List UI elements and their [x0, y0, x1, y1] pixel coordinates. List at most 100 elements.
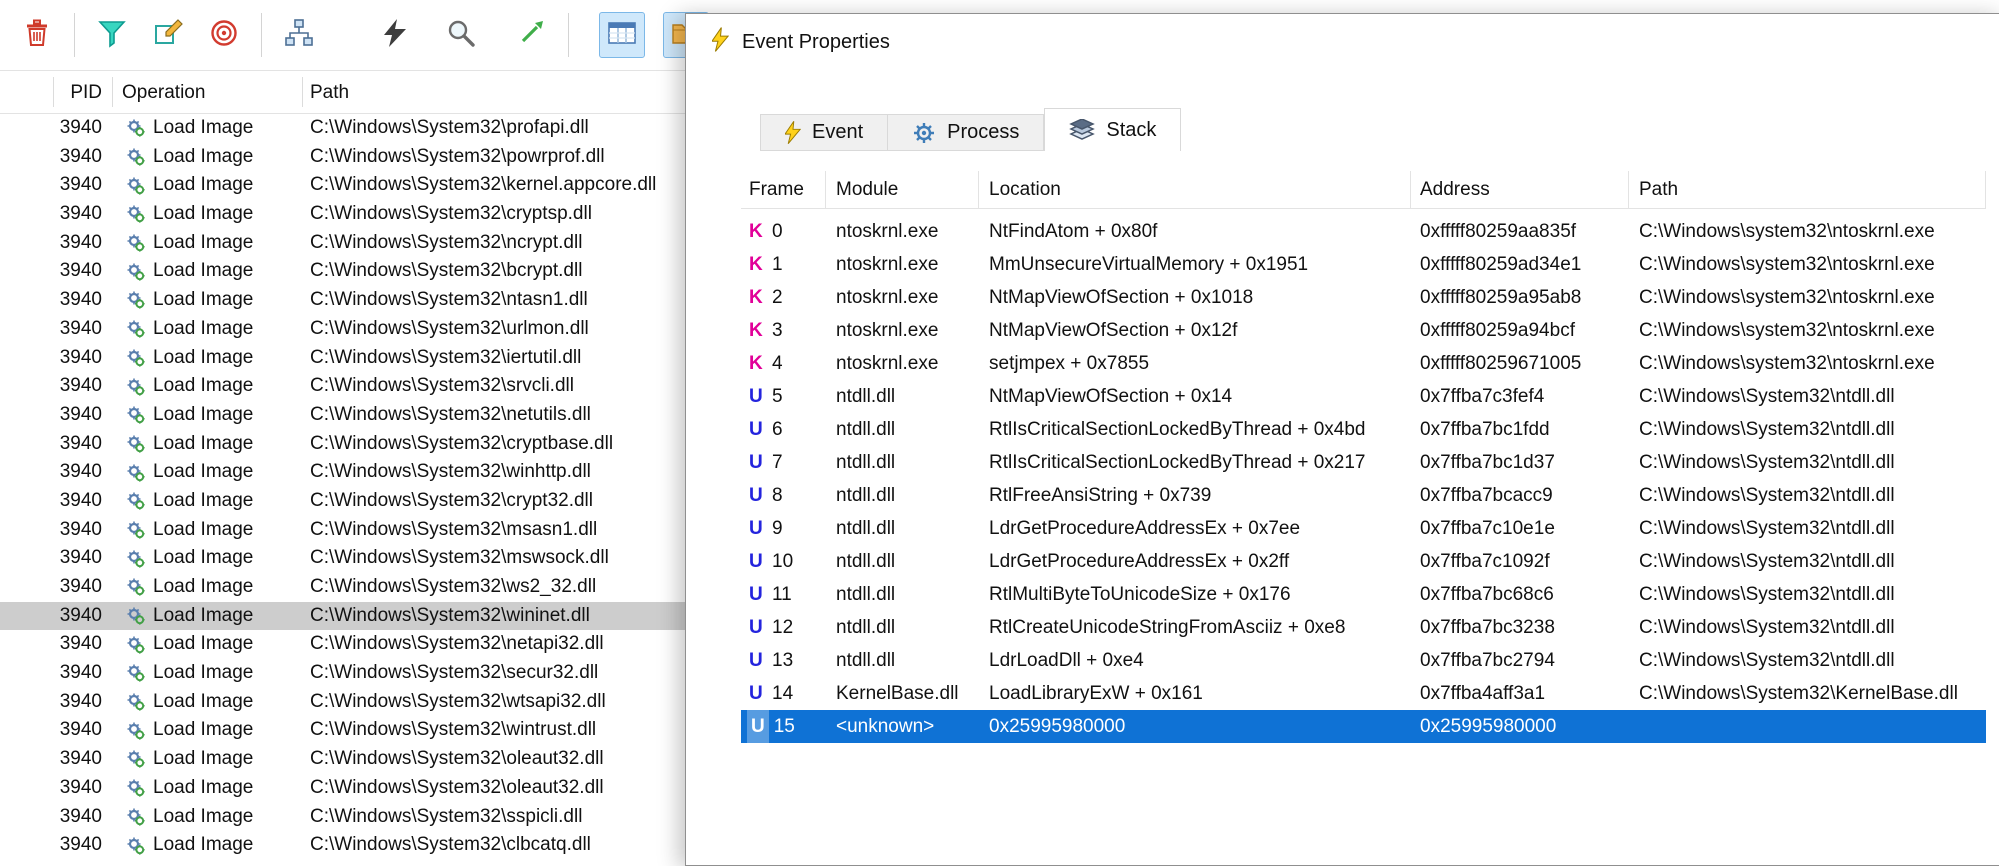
stack-frame-row[interactable]: K3ntoskrnl.exeNtMapViewOfSection + 0x12f…: [741, 314, 1986, 347]
stack-frame-row[interactable]: U14KernelBase.dllLoadLibraryExW + 0x1610…: [741, 677, 1986, 710]
load-image-icon: [126, 491, 146, 511]
target-icon: [209, 18, 239, 53]
magnifier-icon: [446, 18, 476, 53]
column-header-location[interactable]: Location: [979, 171, 1411, 208]
clear-button[interactable]: [14, 12, 60, 58]
frame-number: 0: [772, 221, 783, 242]
path-cell: C:\Windows\System32\wintrust.dll: [310, 716, 596, 745]
column-header-path[interactable]: Path: [1629, 171, 1986, 208]
path-cell: C:\Windows\System32\ntdll.dll: [1629, 446, 1986, 479]
stack-frame-row[interactable]: U11ntdll.dllRtlMultiByteToUnicodeSize + …: [741, 578, 1986, 611]
path-cell: C:\Windows\System32\winhttp.dll: [310, 458, 591, 487]
user-frame-marker: U: [749, 611, 767, 644]
filter-button[interactable]: [89, 12, 135, 58]
stack-frame-row[interactable]: U5ntdll.dllNtMapViewOfSection + 0x140x7f…: [741, 380, 1986, 413]
operation-cell: Load Image: [126, 257, 253, 286]
stack-frame-row[interactable]: U6ntdll.dllRtlIsCriticalSectionLockedByT…: [741, 413, 1986, 446]
column-header-frame[interactable]: Frame: [741, 171, 826, 208]
operation-label: Load Image: [153, 630, 253, 659]
layers-icon: [1069, 119, 1095, 141]
path-cell: C:\Windows\System32\wininet.dll: [310, 602, 590, 631]
load-image-icon: [126, 290, 146, 310]
stack-frame-row[interactable]: K0ntoskrnl.exeNtFindAtom + 0x80f0xfffff8…: [741, 215, 1986, 248]
column-header-address[interactable]: Address: [1411, 171, 1629, 208]
stack-frame-row[interactable]: K4ntoskrnl.exesetjmpex + 0x78550xfffff80…: [741, 347, 1986, 380]
frame-cell: U12: [741, 611, 826, 644]
stack-frame-row[interactable]: U15<unknown>0x259959800000x25995980000: [741, 710, 1986, 743]
path-cell: C:\Windows\System32\oleaut32.dll: [310, 745, 604, 774]
pid-cell: 3940: [20, 229, 102, 258]
path-cell: C:\Windows\System32\ntdll.dll: [1629, 578, 1986, 611]
include-process-button[interactable]: [201, 12, 247, 58]
tab-process[interactable]: Process: [888, 114, 1044, 151]
module-cell: ntdll.dll: [826, 413, 979, 446]
frame-number: 11: [772, 584, 792, 605]
operation-cell: Load Image: [126, 831, 253, 860]
path-cell: C:\Windows\System32\ntdll.dll: [1629, 512, 1986, 545]
kernel-frame-marker: K: [749, 281, 767, 314]
tab-label: Stack: [1106, 119, 1156, 142]
highlight-button[interactable]: [145, 12, 191, 58]
frame-number: 7: [772, 452, 783, 473]
address-cell: 0xfffff80259ad34e1: [1411, 248, 1629, 281]
operation-label: Load Image: [153, 372, 253, 401]
frame-cell: K3: [741, 314, 826, 347]
module-cell: ntdll.dll: [826, 611, 979, 644]
select-columns-button[interactable]: [599, 12, 645, 58]
module-cell: ntoskrnl.exe: [826, 215, 979, 248]
address-cell: 0xfffff80259aa835f: [1411, 215, 1629, 248]
stack-frame-row[interactable]: U8ntdll.dllRtlFreeAnsiString + 0x7390x7f…: [741, 479, 1986, 512]
capture-button[interactable]: [372, 12, 418, 58]
frame-number: 8: [772, 485, 783, 506]
frame-number: 15: [774, 716, 795, 737]
stack-frame-row[interactable]: U13ntdll.dllLdrLoadDll + 0xe40x7ffba7bc2…: [741, 644, 1986, 677]
stack-frame-row[interactable]: U12ntdll.dllRtlCreateUnicodeStringFromAs…: [741, 611, 1986, 644]
user-frame-marker: U: [747, 710, 769, 743]
operation-label: Load Image: [153, 831, 253, 860]
frame-number: 6: [772, 419, 783, 440]
location-cell: RtlFreeAnsiString + 0x739: [979, 479, 1411, 512]
operation-label: Load Image: [153, 430, 253, 459]
operation-cell: Load Image: [126, 200, 253, 229]
process-tree-button[interactable]: [276, 12, 322, 58]
stack-frame-row[interactable]: U9ntdll.dllLdrGetProcedureAddressEx + 0x…: [741, 512, 1986, 545]
operation-cell: Load Image: [126, 544, 253, 573]
stack-frame-row[interactable]: K2ntoskrnl.exeNtMapViewOfSection + 0x101…: [741, 281, 1986, 314]
path-cell: C:\Windows\System32\netapi32.dll: [310, 630, 604, 659]
tab-stack[interactable]: Stack: [1044, 108, 1181, 151]
load-image-icon: [126, 204, 146, 224]
path-cell: C:\Windows\system32\ntoskrnl.exe: [1629, 314, 1986, 347]
operation-label: Load Image: [153, 487, 253, 516]
path-cell: C:\Windows\System32\urlmon.dll: [310, 315, 589, 344]
frame-number: 12: [772, 617, 793, 638]
column-header-pid[interactable]: PID: [40, 71, 102, 115]
operation-cell: Load Image: [126, 229, 253, 258]
operation-label: Load Image: [153, 602, 253, 631]
stack-frame-row[interactable]: K1ntoskrnl.exeMmUnsecureVirtualMemory + …: [741, 248, 1986, 281]
pid-cell: 3940: [20, 315, 102, 344]
pid-cell: 3940: [20, 344, 102, 373]
location-cell: RtlCreateUnicodeStringFromAsciiz + 0xe8: [979, 611, 1411, 644]
column-header-operation[interactable]: Operation: [122, 71, 205, 115]
load-image-icon: [126, 434, 146, 454]
jump-arrow-icon: [516, 18, 546, 53]
location-cell: LoadLibraryExW + 0x161: [979, 677, 1411, 710]
dialog-title-bar[interactable]: Event Properties: [686, 14, 1999, 70]
tab-event[interactable]: Event: [760, 114, 888, 151]
pid-cell: 3940: [20, 372, 102, 401]
path-cell: C:\Windows\System32\oleaut32.dll: [310, 774, 604, 803]
frame-cell: K0: [741, 215, 826, 248]
address-cell: 0x7ffba4aff3a1: [1411, 677, 1629, 710]
path-cell: C:\Windows\system32\ntoskrnl.exe: [1629, 281, 1986, 314]
find-button[interactable]: [438, 12, 484, 58]
stack-frame-row[interactable]: U7ntdll.dllRtlIsCriticalSectionLockedByT…: [741, 446, 1986, 479]
load-image-icon: [126, 176, 146, 196]
stack-frame-row[interactable]: U10ntdll.dllLdrGetProcedureAddressEx + 0…: [741, 545, 1986, 578]
pid-cell: 3940: [20, 716, 102, 745]
column-header-module[interactable]: Module: [826, 171, 979, 208]
operation-cell: Load Image: [126, 171, 253, 200]
column-header-path[interactable]: Path: [310, 71, 349, 115]
module-cell: ntdll.dll: [826, 479, 979, 512]
jump-to-button[interactable]: [508, 12, 554, 58]
path-cell: C:\Windows\System32\KernelBase.dll: [1629, 677, 1986, 710]
